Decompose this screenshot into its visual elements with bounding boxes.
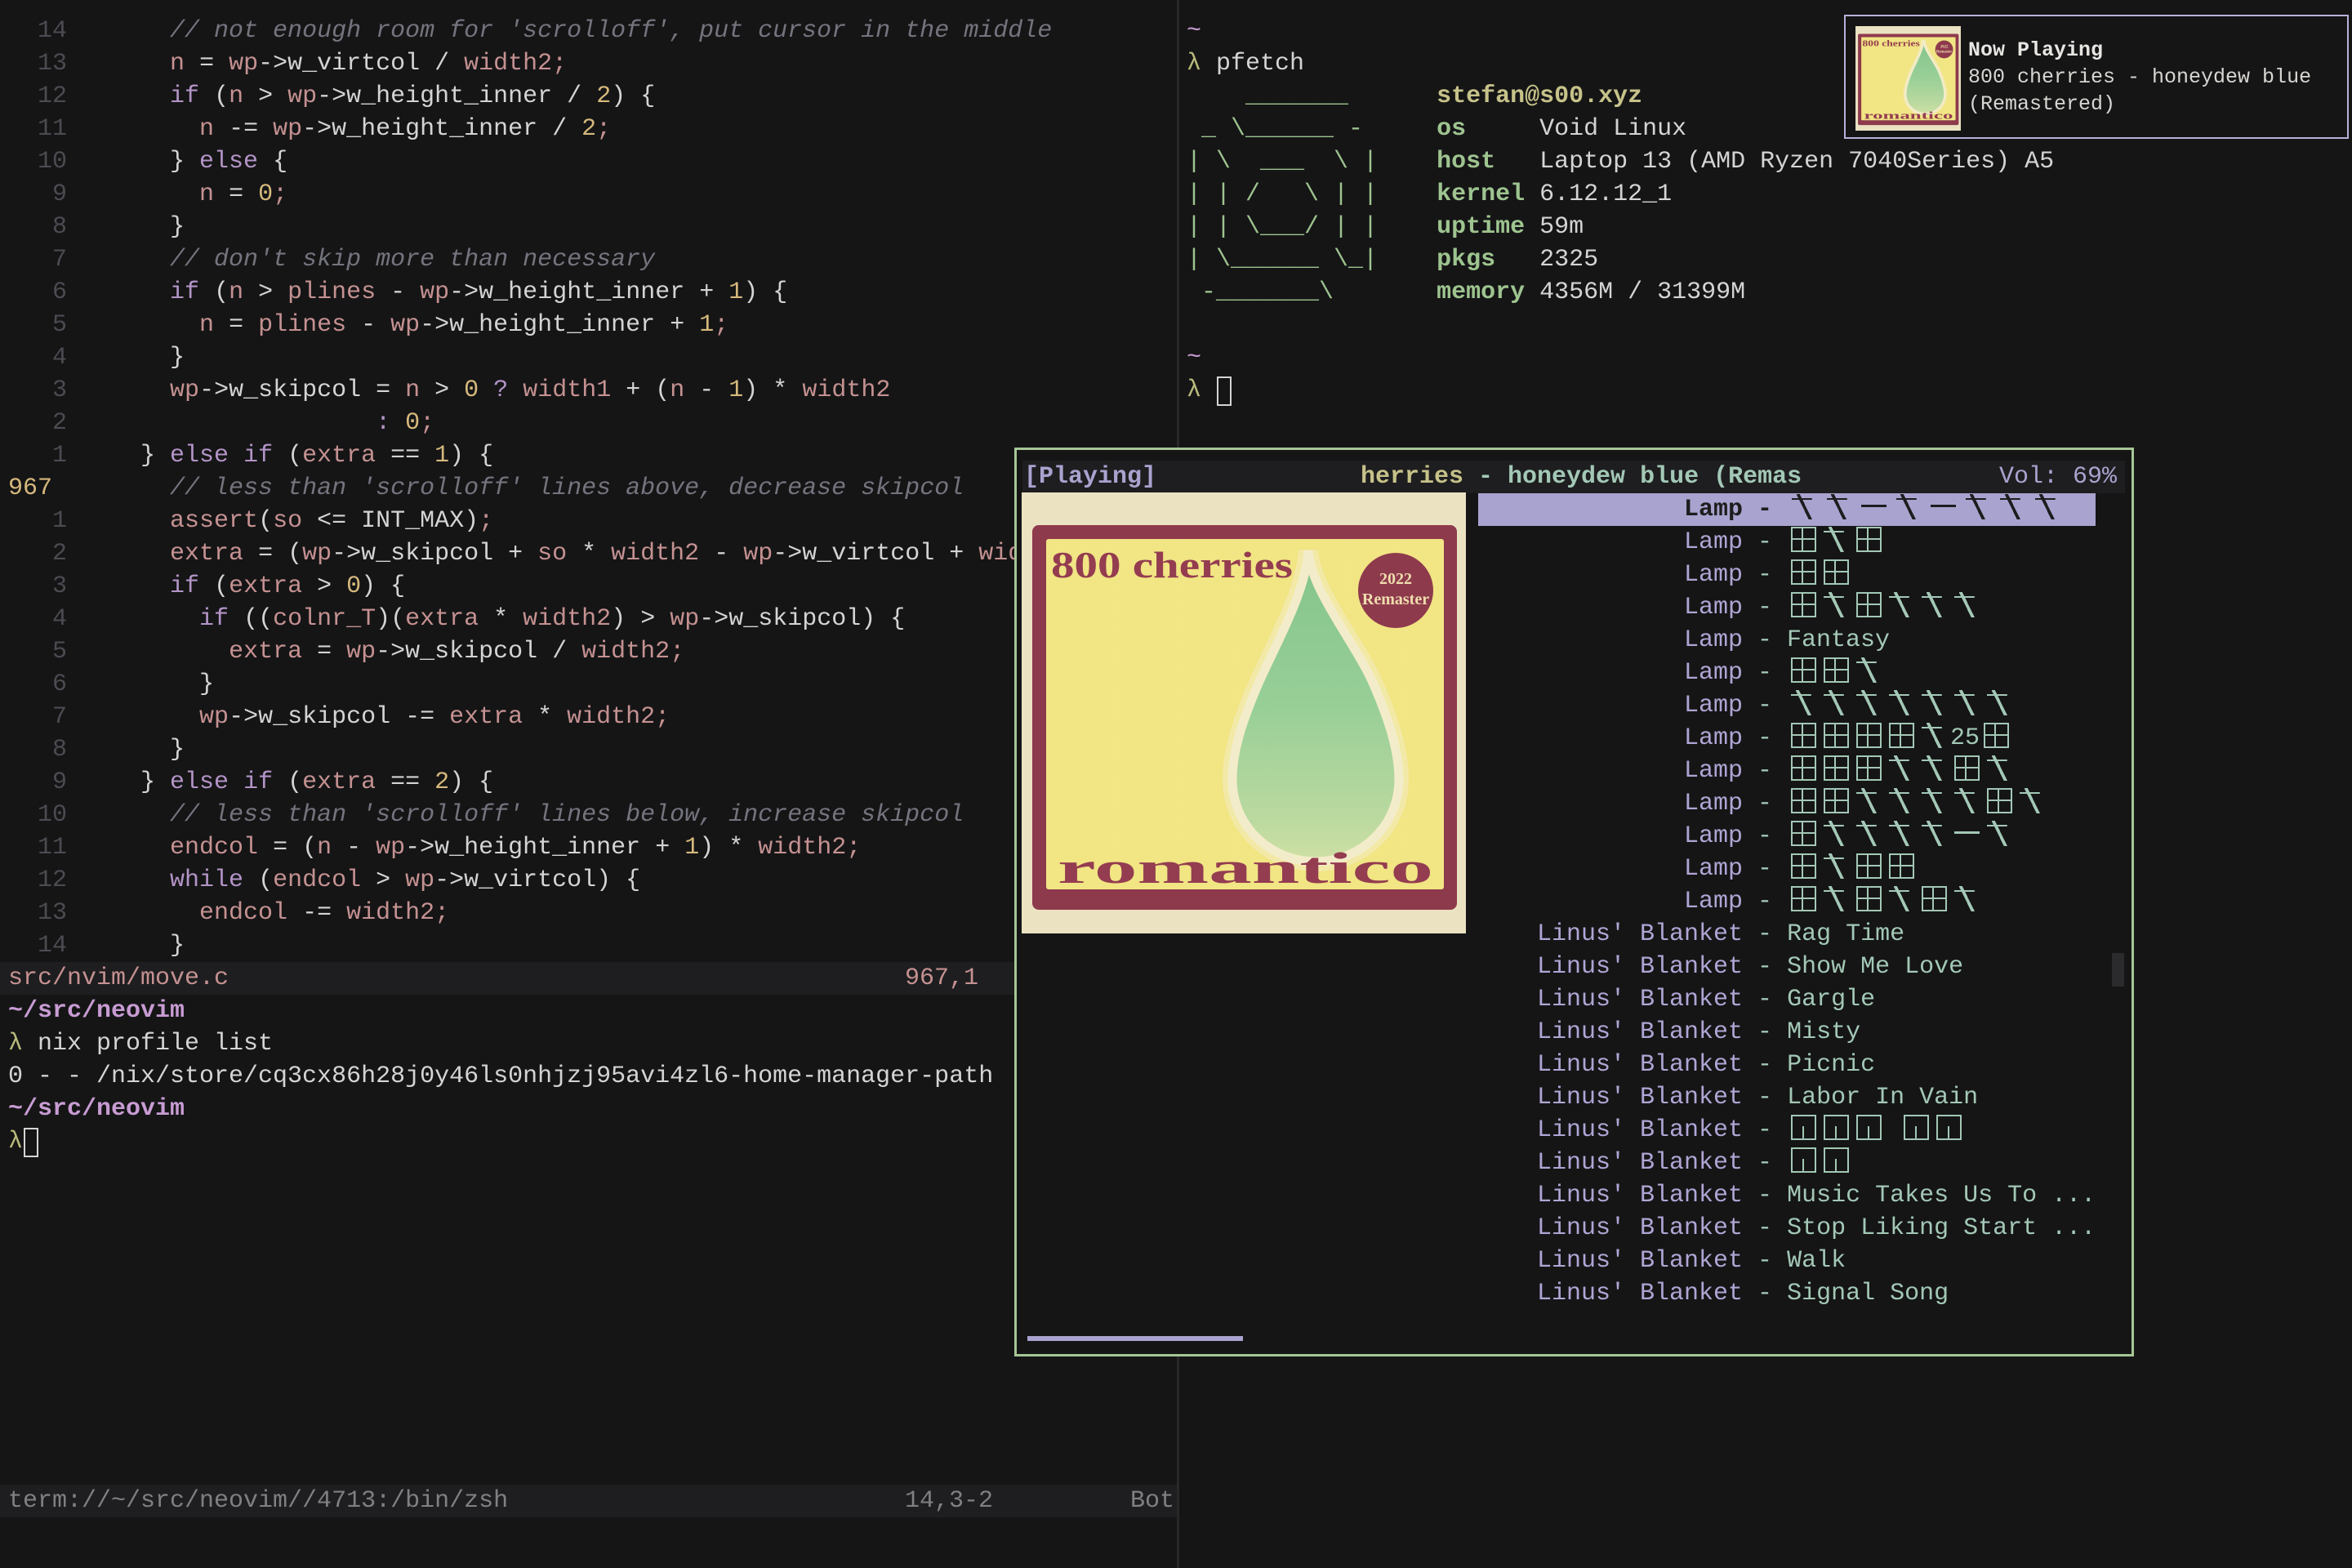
svg-text:Remaster: Remaster	[1936, 50, 1952, 54]
svg-text:800 cherries: 800 cherries	[1051, 544, 1293, 586]
svg-text:2022: 2022	[1379, 570, 1412, 588]
svg-text:romantico: romantico	[1864, 109, 1953, 121]
svg-text:800 cherries: 800 cherries	[1863, 39, 1920, 49]
svg-text:romantico: romantico	[1058, 844, 1433, 893]
svg-text:2022: 2022	[1940, 46, 1949, 50]
svg-text:Remaster: Remaster	[1362, 590, 1429, 608]
